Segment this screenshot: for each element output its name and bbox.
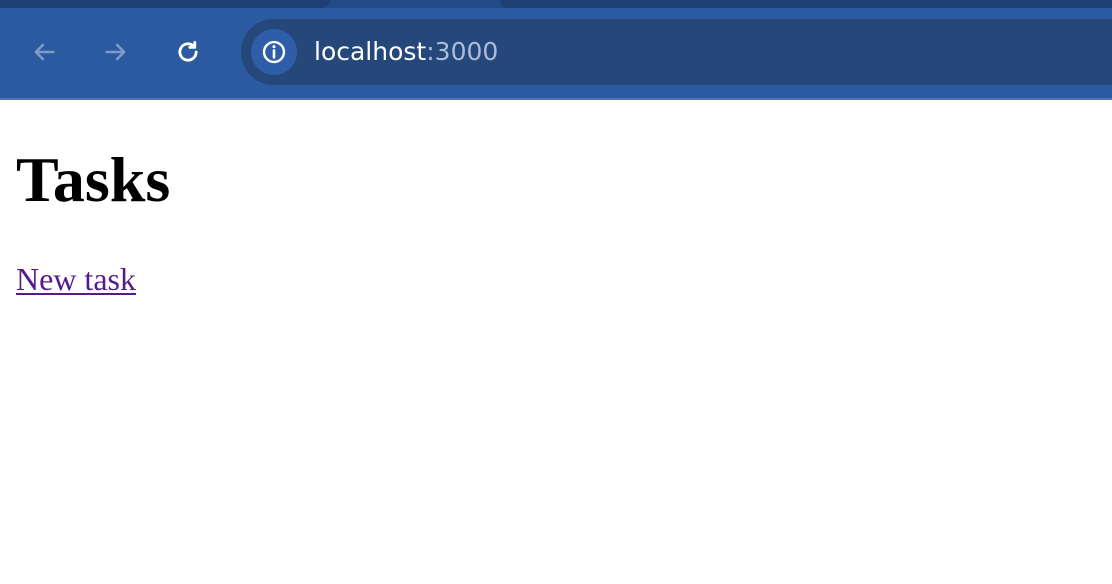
inactive-tab-right[interactable]	[500, 0, 1112, 8]
tab-strip	[0, 0, 1112, 8]
url-host: localhost	[314, 37, 427, 66]
back-button[interactable]	[26, 34, 62, 70]
reload-button[interactable]	[170, 34, 206, 70]
url-text[interactable]: localhost:3000	[314, 37, 498, 67]
inactive-tab-left[interactable]	[0, 0, 330, 8]
new-task-link[interactable]: New task	[16, 260, 136, 298]
arrow-right-icon	[102, 38, 130, 66]
address-bar[interactable]: localhost:3000	[241, 19, 1112, 85]
browser-toolbar: localhost:3000	[0, 0, 1112, 100]
url-port: :3000	[426, 37, 499, 66]
reload-icon	[174, 38, 202, 66]
info-circle-icon	[261, 39, 287, 65]
arrow-left-icon	[30, 38, 58, 66]
page-content: Tasks New task	[0, 100, 1112, 584]
forward-button[interactable]	[98, 34, 134, 70]
browser-window: localhost:3000 Tasks New task	[0, 0, 1112, 584]
site-info-button[interactable]	[251, 29, 297, 75]
page-title: Tasks	[16, 144, 171, 215]
